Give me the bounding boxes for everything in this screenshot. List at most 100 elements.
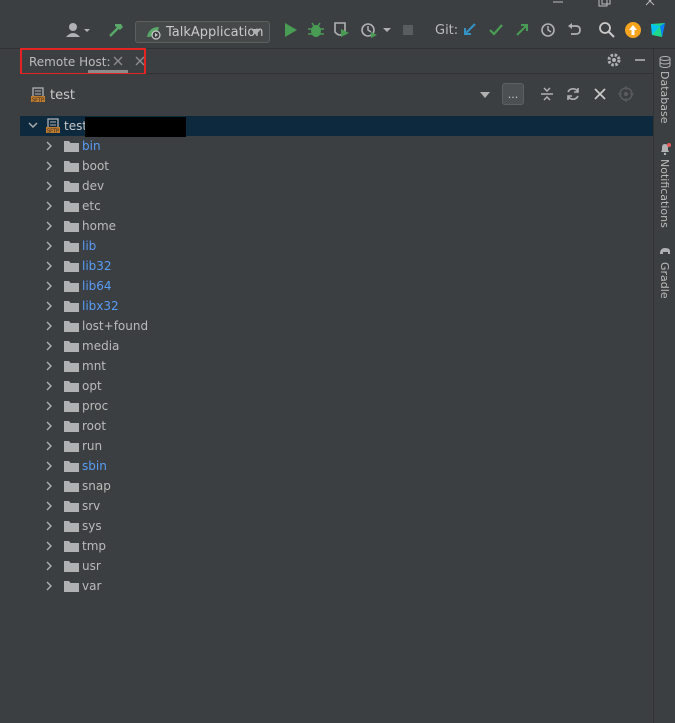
hide-panel-icon[interactable] — [632, 52, 648, 68]
stop-icon[interactable] — [398, 20, 418, 40]
tree-item-label: var — [82, 579, 102, 593]
tree-row[interactable]: lib — [20, 236, 653, 256]
tree-row[interactable]: home — [20, 216, 653, 236]
notification-bell-icon[interactable] — [659, 143, 671, 155]
chevron-right-icon[interactable] — [46, 381, 53, 391]
chevron-right-icon[interactable] — [46, 201, 53, 211]
git-update-icon[interactable] — [460, 20, 480, 40]
chevron-right-icon[interactable] — [46, 141, 53, 151]
tree-row[interactable]: lib64 — [20, 276, 653, 296]
host-dropdown-chevron-icon[interactable] — [480, 92, 490, 98]
git-commit-check-icon[interactable] — [486, 20, 506, 40]
git-push-icon[interactable] — [512, 20, 532, 40]
tree-row[interactable]: sys — [20, 516, 653, 536]
right-tool-strip: Database Notifications Gradle — [653, 49, 675, 723]
chevron-right-icon[interactable] — [46, 301, 53, 311]
tree-row[interactable]: lost+found — [20, 316, 653, 336]
minimize-icon[interactable] — [551, 0, 565, 6]
tree-root-row[interactable]: SFTP test — [20, 116, 653, 137]
tree-row[interactable]: usr — [20, 556, 653, 576]
chevron-right-icon[interactable] — [46, 261, 53, 271]
chevron-down-icon — [251, 29, 261, 35]
refresh-icon[interactable] — [565, 86, 581, 102]
collapse-all-icon[interactable] — [539, 86, 555, 102]
tree-row[interactable]: var — [20, 576, 653, 596]
tree-row[interactable]: tmp — [20, 536, 653, 556]
tree-row[interactable]: boot — [20, 156, 653, 176]
restore-icon[interactable] — [597, 0, 611, 8]
notifications-tool-label[interactable]: Notifications — [658, 159, 671, 228]
tree-row[interactable]: root — [20, 416, 653, 436]
tab-label: Remote Host: — [29, 54, 111, 69]
chevron-right-icon[interactable] — [46, 461, 53, 471]
run-icon[interactable] — [280, 20, 300, 40]
chevron-right-icon[interactable] — [46, 341, 53, 351]
disconnect-close-icon[interactable] — [592, 86, 608, 102]
run-configuration-dropdown[interactable]: TalkApplication — [135, 21, 270, 43]
run-with-coverage-icon[interactable] — [331, 20, 351, 40]
tree-item-label: srv — [82, 499, 101, 513]
tree-row[interactable]: opt — [20, 376, 653, 396]
close-tab-secondary-icon[interactable] — [135, 56, 145, 66]
title-bar — [0, 0, 675, 12]
chevron-right-icon[interactable] — [46, 541, 53, 551]
close-tab-icon[interactable] — [113, 56, 123, 66]
close-window-icon[interactable] — [643, 0, 657, 8]
chevron-right-icon[interactable] — [46, 321, 53, 331]
tree-row[interactable]: sbin — [20, 456, 653, 476]
chevron-right-icon[interactable] — [46, 221, 53, 231]
database-tool-label[interactable]: Database — [658, 71, 671, 124]
chevron-right-icon[interactable] — [46, 181, 53, 191]
ide-update-icon[interactable] — [623, 20, 643, 40]
build-hammer-icon[interactable] — [106, 20, 126, 40]
tree-row[interactable]: lib32 — [20, 256, 653, 276]
chevron-right-icon[interactable] — [46, 361, 53, 371]
tree-row[interactable]: mnt — [20, 356, 653, 376]
settings-gear-icon[interactable] — [606, 52, 622, 68]
chevron-right-icon[interactable] — [46, 161, 53, 171]
chevron-right-icon[interactable] — [46, 581, 53, 591]
rollback-icon[interactable] — [564, 20, 584, 40]
tree-item-label: proc — [82, 399, 109, 413]
tree-row[interactable]: bin — [20, 136, 653, 156]
tree-row[interactable]: libx32 — [20, 296, 653, 316]
run-config-label: TalkApplication — [166, 24, 264, 40]
chevron-right-icon[interactable] — [46, 481, 53, 491]
tree-row[interactable]: proc — [20, 396, 653, 416]
tree-row[interactable]: etc — [20, 196, 653, 216]
tree-row[interactable]: dev — [20, 176, 653, 196]
chevron-right-icon[interactable] — [46, 241, 53, 251]
gradle-elephant-icon[interactable] — [659, 246, 671, 256]
folder-icon — [64, 580, 79, 592]
user-icon[interactable] — [64, 20, 92, 40]
folder-icon — [64, 220, 79, 232]
tree-row[interactable]: srv — [20, 496, 653, 516]
tree-row[interactable]: snap — [20, 476, 653, 496]
chevron-right-icon[interactable] — [46, 421, 53, 431]
host-name[interactable]: test — [50, 88, 75, 103]
jetbrains-toolbox-icon[interactable] — [648, 20, 668, 40]
chevron-right-icon[interactable] — [46, 561, 53, 571]
database-icon[interactable] — [659, 56, 671, 68]
tree-item-label: sys — [82, 519, 102, 533]
gradle-tool-label[interactable]: Gradle — [658, 262, 671, 299]
locate-crosshair-icon[interactable] — [618, 86, 634, 102]
search-icon[interactable] — [597, 20, 617, 40]
folder-icon — [64, 560, 79, 572]
chevron-right-icon[interactable] — [46, 441, 53, 451]
chevron-right-icon[interactable] — [46, 501, 53, 511]
tree-row[interactable]: media — [20, 336, 653, 356]
chevron-right-icon[interactable] — [46, 521, 53, 531]
history-clock-icon[interactable] — [538, 20, 558, 40]
profiler-icon[interactable] — [358, 20, 394, 40]
tree-item-label: root — [82, 419, 107, 433]
folder-icon — [64, 200, 79, 212]
chevron-right-icon[interactable] — [46, 401, 53, 411]
tree-item-label: usr — [82, 559, 101, 573]
chevron-down-icon[interactable] — [28, 122, 38, 129]
remote-file-tree: SFTP test bin boot dev etc home lib lib32 lib64… — [20, 114, 653, 723]
debug-bug-icon[interactable] — [306, 20, 326, 40]
browse-hosts-button[interactable]: ... — [502, 83, 524, 105]
tree-row[interactable]: run — [20, 436, 653, 456]
chevron-right-icon[interactable] — [46, 281, 53, 291]
